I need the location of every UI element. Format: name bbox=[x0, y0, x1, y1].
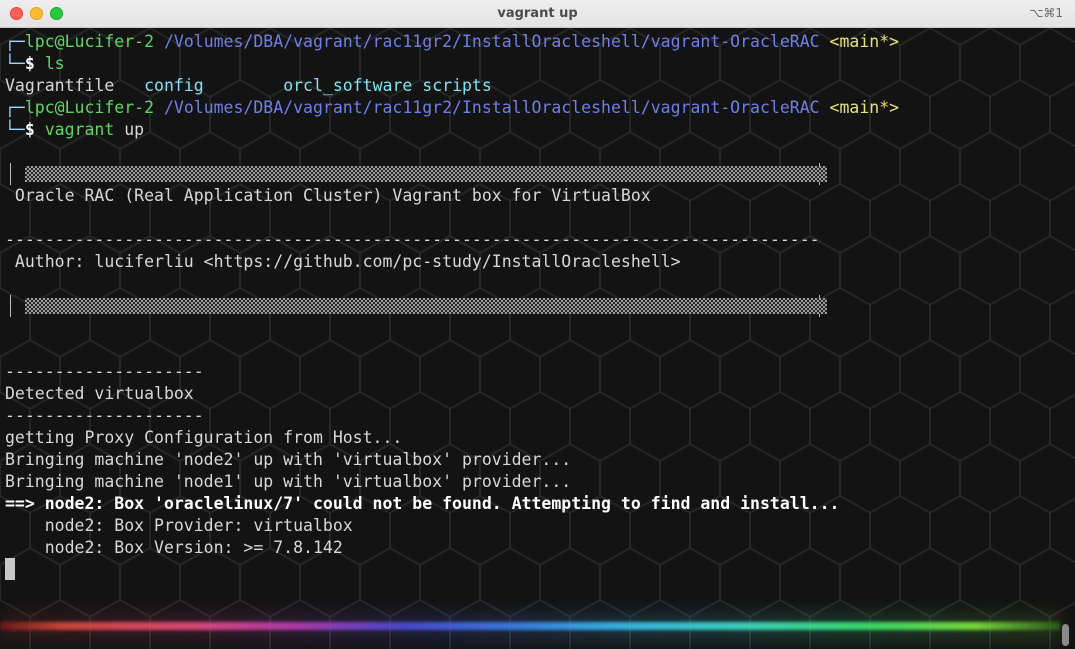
prompt-symbol: $ bbox=[24, 120, 35, 139]
command-line-1: └─$ ls bbox=[5, 53, 65, 75]
ls-dir: scripts bbox=[422, 76, 492, 95]
prompt-branch: <main*> bbox=[829, 32, 900, 51]
prompt-path: /Volumes/DBA/vagrant/rac11gr2/InstallOra… bbox=[163, 32, 820, 51]
command-text: ls bbox=[44, 54, 65, 73]
text-cursor bbox=[5, 558, 15, 580]
prompt-line-1: ┌─lpc@Lucifer-2 /Volumes/DBA/vagrant/rac… bbox=[5, 31, 899, 53]
ls-dir: config bbox=[144, 76, 204, 95]
prompt-user: lpc@Lucifer-2 bbox=[24, 32, 155, 51]
prompt-path: /Volumes/DBA/vagrant/rac11gr2/InstallOra… bbox=[163, 98, 820, 117]
banner-dash-line: ----------------------------------------… bbox=[5, 230, 820, 249]
prompt-corner: └─ bbox=[5, 120, 25, 139]
command-text: vagrant bbox=[44, 120, 115, 139]
command-line-2: └─$ vagrant up bbox=[5, 119, 144, 141]
banner-author: Author: luciferliu <https://github.com/p… bbox=[5, 252, 681, 271]
window-title: vagrant up bbox=[497, 6, 578, 21]
prompt-branch: <main*> bbox=[829, 98, 900, 117]
scrollbar-thumb[interactable] bbox=[1062, 624, 1069, 646]
bring-node1-line: Bringing machine 'node1' up with 'virtua… bbox=[5, 472, 572, 491]
detected-line: Detected virtualbox bbox=[5, 384, 194, 403]
prompt-corner: ┌─ bbox=[5, 98, 25, 117]
box-version-line: node2: Box Version: >= 7.8.142 bbox=[5, 538, 343, 557]
command-arg: up bbox=[124, 120, 145, 139]
ls-dir: orcl_software bbox=[283, 76, 413, 95]
ls-output-line: Vagrantfile config orcl_software scripts bbox=[5, 75, 492, 97]
box-missing-line: ==> node2: Box 'oraclelinux/7' could not… bbox=[5, 494, 840, 513]
box-provider-line: node2: Box Provider: virtualbox bbox=[5, 516, 353, 535]
separator-line: -------------------- bbox=[5, 406, 204, 425]
banner-border-bottom bbox=[10, 295, 827, 317]
proxy-line: getting Proxy Configuration from Host... bbox=[5, 428, 403, 447]
banner-border-top bbox=[10, 163, 827, 185]
banner-pattern bbox=[25, 166, 827, 182]
prompt-corner: ┌─ bbox=[5, 32, 25, 51]
ls-file: Vagrantfile bbox=[5, 76, 115, 95]
bring-node2-line: Bringing machine 'node2' up with 'virtua… bbox=[5, 450, 572, 469]
terminal-output[interactable]: ┌─lpc@Lucifer-2 /Volumes/DBA/vagrant/rac… bbox=[0, 28, 1075, 649]
prompt-symbol: $ bbox=[24, 54, 35, 73]
prompt-corner: └─ bbox=[5, 54, 25, 73]
prompt-user: lpc@Lucifer-2 bbox=[24, 98, 155, 117]
terminal-window: vagrant up ⌥⌘1 ┌─lpc@Lucifer-2 /Volumes/… bbox=[0, 0, 1075, 649]
banner-title: Oracle RAC (Real Application Cluster) Va… bbox=[5, 186, 651, 205]
banner-pattern bbox=[25, 298, 827, 314]
window-shortcut: ⌥⌘1 bbox=[1029, 6, 1063, 20]
separator-line: -------------------- bbox=[5, 362, 204, 381]
prompt-line-2: ┌─lpc@Lucifer-2 /Volumes/DBA/vagrant/rac… bbox=[5, 97, 899, 119]
title-bar[interactable]: vagrant up ⌥⌘1 bbox=[0, 0, 1075, 28]
rainbow-bar bbox=[0, 622, 1060, 630]
